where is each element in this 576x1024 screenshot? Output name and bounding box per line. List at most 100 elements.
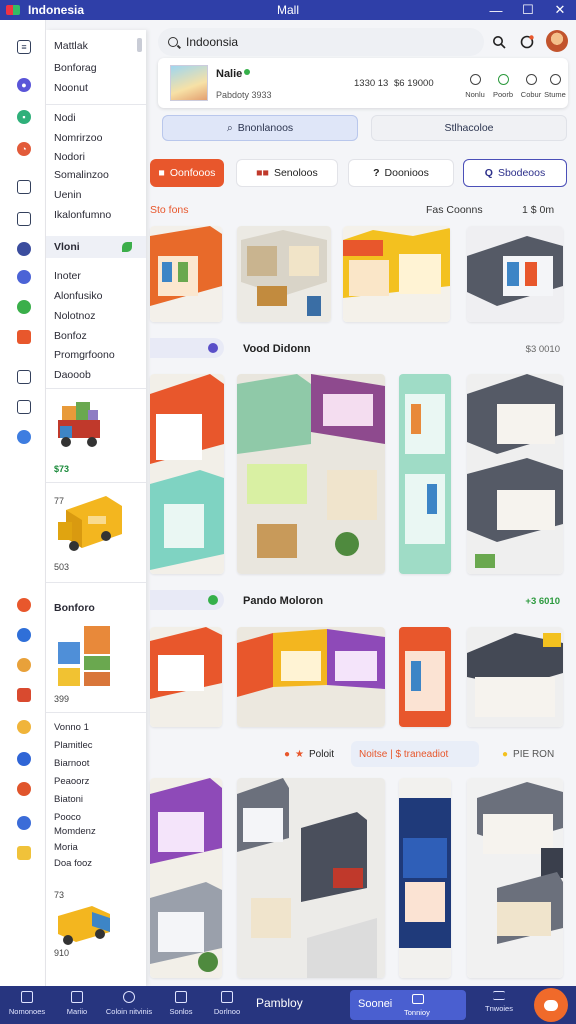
nav-item-stores[interactable]: Sonlos	[156, 989, 206, 1016]
shop-tile[interactable]	[150, 226, 222, 322]
filter-chip[interactable]: ? Doonioos	[348, 159, 454, 187]
info-icon[interactable]	[17, 430, 31, 444]
box-icon[interactable]	[17, 658, 31, 672]
filter-chip[interactable]: ■ Oonfooos	[150, 159, 224, 187]
maximize-button[interactable]: ☐	[512, 0, 544, 20]
nav-item-mail[interactable]: Mariio	[52, 989, 102, 1016]
grid-icon[interactable]	[17, 242, 31, 256]
panel-scrollbar[interactable]	[137, 38, 142, 52]
store-action-pin[interactable]: Nonlu	[460, 74, 490, 99]
panel-item[interactable]: Moria	[54, 842, 78, 853]
chat-icon[interactable]: ●	[17, 78, 31, 92]
panel-item-active[interactable]: Vloni	[46, 236, 146, 258]
notification-icon[interactable]	[518, 33, 536, 51]
tab-other[interactable]: Stlhacoloe	[371, 115, 567, 141]
panel-item[interactable]: Nomrirzoo	[54, 132, 102, 144]
shop-tile[interactable]	[399, 778, 451, 978]
panel-item[interactable]: Plamitlec	[54, 740, 93, 751]
shop-tile[interactable]	[467, 778, 563, 978]
leaf-icon[interactable]	[17, 300, 31, 314]
tab-active[interactable]: ⌕ Bnonlanoos	[162, 115, 358, 141]
shop-tile[interactable]	[343, 226, 450, 322]
store-icon[interactable]	[17, 180, 31, 194]
shop-tile[interactable]	[399, 374, 451, 574]
search-icon[interactable]	[490, 33, 508, 51]
calendar-icon[interactable]	[17, 330, 31, 344]
shop-tile[interactable]	[467, 226, 563, 322]
shop-tile[interactable]	[237, 226, 331, 322]
close-button[interactable]: ✕	[544, 0, 576, 20]
edit-icon[interactable]	[17, 752, 31, 766]
panel-item[interactable]: Pooco	[54, 812, 81, 823]
minimize-button[interactable]: —	[480, 0, 512, 20]
store-action-status[interactable]: Poorb	[488, 74, 518, 99]
panel-item[interactable]: Somalinzoo	[54, 169, 109, 181]
section-chip[interactable]: Noitse | $ traneadiot	[351, 741, 479, 767]
panel-item[interactable]: Uenin	[54, 189, 81, 201]
chat-button[interactable]	[534, 988, 568, 1022]
filter-chip[interactable]: ■■ Senoloos	[236, 159, 338, 187]
cart-icon[interactable]: ▪	[17, 110, 31, 124]
gift-icon[interactable]	[17, 720, 31, 734]
store-thumbnail[interactable]	[170, 65, 208, 101]
primary-action-button[interactable]: Soonei Tonnioy	[350, 990, 466, 1020]
store-action-user[interactable]: Stume	[540, 74, 570, 99]
panel-item[interactable]: Vonno 1	[54, 722, 89, 733]
user-icon[interactable]	[17, 212, 31, 226]
panel-item[interactable]: Ikalonfumno	[54, 209, 111, 221]
panel-item[interactable]: Promgrfoono	[54, 349, 115, 361]
section-chip[interactable]: ● ★ Poloit	[276, 741, 342, 767]
shop-tile[interactable]	[237, 778, 385, 978]
panel-item[interactable]: Alonfusiko	[54, 290, 102, 302]
shop-tile[interactable]	[150, 627, 222, 727]
nav-item-menu[interactable]: Tnwoies	[474, 989, 524, 1013]
product-thumbnail[interactable]	[52, 488, 126, 558]
panel-item[interactable]: Biarnoot	[54, 758, 89, 769]
shop-tile[interactable]	[150, 778, 222, 978]
panel-item[interactable]: Nodi	[54, 112, 76, 124]
product-thumbnail[interactable]	[52, 896, 116, 948]
panel-item[interactable]: Daooob	[54, 369, 91, 381]
panel-item[interactable]: Mattlak	[54, 40, 88, 52]
panel-item[interactable]: Biatoni	[54, 794, 83, 805]
note-icon[interactable]	[17, 846, 31, 860]
panel-item[interactable]: Peaoorz	[54, 776, 89, 787]
star-icon[interactable]	[17, 782, 31, 796]
panel-item[interactable]: Bonfoz	[54, 330, 87, 342]
nav-item-collections[interactable]: Coloin nitvinis	[104, 989, 154, 1016]
shop-tile[interactable]	[399, 627, 451, 727]
filter-chip[interactable]: Q Sbodeoos	[463, 159, 567, 187]
product-thumbnail[interactable]	[54, 396, 110, 454]
shop-tile[interactable]	[237, 374, 385, 574]
store-name[interactable]: Nalie	[216, 68, 242, 80]
panel-item[interactable]: Nodori	[54, 151, 85, 163]
tag-icon[interactable]	[17, 688, 31, 702]
book-icon[interactable]	[17, 400, 31, 414]
section-pill[interactable]	[150, 338, 224, 358]
section-label[interactable]: Fas Coonns	[426, 204, 483, 216]
search-input[interactable]	[186, 35, 466, 49]
menu-list-icon[interactable]: ≡	[17, 40, 31, 54]
panel-item[interactable]: Nolotnoz	[54, 310, 95, 322]
section-pill[interactable]	[150, 590, 224, 610]
shop-tile[interactable]	[150, 374, 224, 574]
chart-icon[interactable]: ◔	[17, 142, 31, 156]
panel-item[interactable]: Noonut	[54, 82, 88, 94]
nav-item-deals[interactable]: Dorlnoo	[202, 989, 252, 1016]
panel-item[interactable]: Bonforag	[54, 62, 97, 74]
avatar[interactable]	[546, 30, 568, 52]
nav-center-label[interactable]: Pambloy	[256, 996, 303, 1010]
panel-item[interactable]: Momdenz	[54, 826, 96, 837]
panel-item[interactable]: Inoter	[54, 270, 81, 282]
fire-icon[interactable]	[17, 598, 31, 612]
mail-icon[interactable]	[17, 270, 31, 284]
search-bar[interactable]	[158, 28, 484, 56]
section-chip[interactable]: ● PIE RON	[494, 741, 562, 767]
nav-item-home[interactable]: Nomonoes	[2, 989, 52, 1016]
image-icon[interactable]	[17, 370, 31, 384]
product-thumbnail[interactable]	[54, 622, 114, 690]
globe-icon[interactable]	[17, 628, 31, 642]
shop-tile[interactable]	[237, 627, 385, 727]
shop-tile[interactable]	[467, 374, 563, 574]
panel-item[interactable]: Doa fooz	[54, 858, 92, 869]
